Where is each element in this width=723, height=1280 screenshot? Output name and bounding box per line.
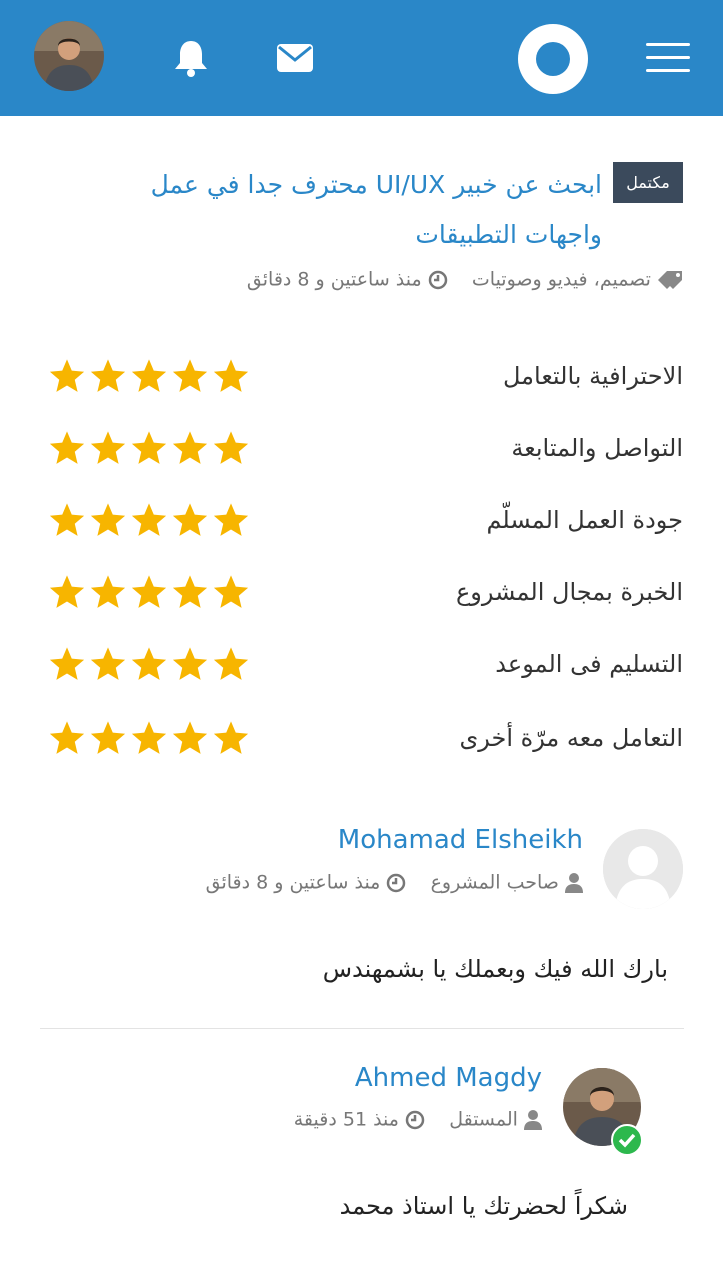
- star-icon: [172, 575, 208, 608]
- star-icon: [131, 503, 167, 536]
- star-icon: [90, 359, 126, 392]
- star-icon: [172, 503, 208, 536]
- verified-check-icon: [611, 1124, 643, 1156]
- star-icon: [213, 575, 249, 608]
- rating-row-expertise: الخبرة بمجال المشروع: [40, 567, 683, 617]
- star-icon: [131, 575, 167, 608]
- default-avatar-icon[interactable]: [603, 829, 683, 909]
- star-icon: [49, 721, 85, 754]
- comment-time: منذ ساعتين و 8 دقائق: [205, 871, 381, 894]
- star-rating: [48, 429, 253, 467]
- star-icon: [172, 721, 208, 754]
- comment-meta: المستقل منذ 51 دقيقة: [294, 1108, 542, 1131]
- rating-row-on-time: التسليم فى الموعد: [40, 639, 683, 689]
- comment-divider: [40, 1028, 684, 1029]
- hamburger-menu-icon[interactable]: [646, 43, 690, 73]
- star-icon: [213, 359, 249, 392]
- status-badge: مكتمل: [613, 162, 683, 203]
- project-title[interactable]: ابحث عن خبير UI/UX محترف جدا في عمل واجه…: [122, 160, 602, 260]
- rating-row-communication: التواصل والمتابعة: [40, 423, 683, 473]
- star-rating: [48, 645, 253, 683]
- star-icon: [49, 431, 85, 464]
- star-icon: [131, 721, 167, 754]
- rating-row-work-again: التعامل معه مرّة أخرى: [40, 713, 683, 763]
- comment-author-name[interactable]: Mohamad Elsheikh: [338, 825, 583, 855]
- project-meta: تصميم، فيديو وصوتيات منذ ساعتين و 8 دقائ…: [63, 268, 683, 291]
- user-icon: [524, 1109, 542, 1130]
- star-icon: [49, 647, 85, 680]
- star-icon: [172, 359, 208, 392]
- star-icon: [172, 647, 208, 680]
- comment-author-name[interactable]: Ahmed Magdy: [355, 1063, 542, 1093]
- clock-icon: [428, 270, 447, 289]
- star-icon: [131, 647, 167, 680]
- star-rating: [48, 573, 253, 611]
- project-tags[interactable]: تصميم، فيديو وصوتيات: [472, 269, 651, 291]
- comment-role: صاحب المشروع: [430, 871, 559, 894]
- star-icon: [90, 503, 126, 536]
- rating-label: التعامل معه مرّة أخرى: [459, 724, 683, 752]
- comment-text: شكراً لحضرتك يا استاذ محمد: [339, 1192, 628, 1220]
- star-icon: [131, 431, 167, 464]
- comment-time: منذ 51 دقيقة: [293, 1108, 399, 1131]
- user-icon: [565, 872, 583, 893]
- tag-icon: [658, 270, 682, 289]
- comment-text: بارك الله فيك وبعملك يا بشمهندس: [322, 955, 668, 983]
- star-icon: [172, 431, 208, 464]
- star-rating: [48, 719, 253, 757]
- rating-label: جودة العمل المسلّم: [486, 506, 683, 534]
- rating-label: الاحترافية بالتعامل: [502, 362, 683, 390]
- envelope-icon[interactable]: [276, 42, 314, 74]
- star-icon: [49, 503, 85, 536]
- rating-label: التسليم فى الموعد: [495, 650, 683, 678]
- star-icon: [90, 647, 126, 680]
- rating-label: التواصل والمتابعة: [511, 434, 683, 462]
- user-avatar[interactable]: [34, 21, 104, 91]
- star-icon: [49, 575, 85, 608]
- bell-icon[interactable]: [172, 38, 210, 78]
- star-icon: [213, 721, 249, 754]
- rating-row-professionalism: الاحترافية بالتعامل: [40, 351, 683, 401]
- comment-meta: صاحب المشروع منذ ساعتين و 8 دقائق: [206, 871, 583, 894]
- star-icon: [213, 647, 249, 680]
- star-icon: [90, 721, 126, 754]
- ring-logo-icon[interactable]: [518, 24, 588, 94]
- star-rating: [48, 357, 253, 395]
- comment-role: المستقل: [449, 1108, 518, 1131]
- star-icon: [213, 431, 249, 464]
- clock-icon: [387, 873, 406, 892]
- project-time: منذ ساعتين و 8 دقائق: [246, 268, 422, 291]
- rating-label: الخبرة بمجال المشروع: [455, 578, 683, 606]
- rating-row-quality: جودة العمل المسلّم: [40, 495, 683, 545]
- star-icon: [90, 575, 126, 608]
- star-icon: [90, 431, 126, 464]
- star-icon: [131, 359, 167, 392]
- clock-icon: [405, 1110, 425, 1129]
- star-rating: [48, 501, 253, 539]
- star-icon: [213, 503, 249, 536]
- star-icon: [49, 359, 85, 392]
- top-bar: [0, 0, 723, 116]
